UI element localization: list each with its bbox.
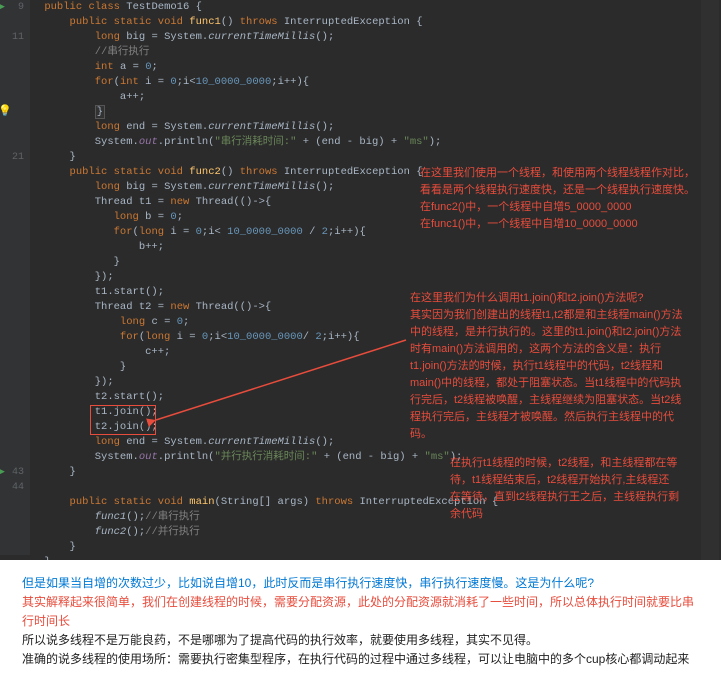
comment-serial: //串行执行	[95, 46, 150, 58]
func2-name: func2	[189, 166, 221, 178]
footer-line-3: 所以说多线程不是万能良药，不是哪哪为了提高代码的执行效率，就要使用多线程，其实不…	[22, 631, 699, 650]
join-t2: t2.join();	[95, 421, 158, 433]
line-gutter: 9▶11💡2143▶44	[0, 0, 30, 555]
footer-line-2: 其实解释起来很简单，我们在创建线程的时候，需要分配资源，此处的分配资源就消耗了一…	[22, 593, 699, 631]
annotation-3: 在执行t1线程的时候，t2线程，和主线程都在等待，t1线程结束后，t2线程开始执…	[450, 455, 680, 523]
annotation-2: 在这里我们为什么调用t1.join()和t2.join()方法呢?其实因为我们创…	[410, 290, 690, 443]
kw-public: public	[44, 1, 82, 13]
footer-line-1: 但是如果当自增的次数过少，比如说自增10，此时反而是串行执行速度快，串行执行速度…	[22, 574, 699, 593]
minimap[interactable]	[701, 0, 719, 560]
func1-name: func1	[189, 16, 221, 28]
cursor-highlight: }	[95, 105, 105, 119]
annotation-1: 在这里我们使用一个线程，和使用两个线程线程作对比，看看是两个线程执行速度快，还是…	[420, 165, 700, 233]
footer-notes: 但是如果当自增的次数过少，比如说自增10，此时反而是串行执行速度快，串行执行速度…	[0, 560, 721, 679]
main-name: main	[189, 496, 214, 508]
join-t1: t1.join();	[95, 406, 158, 418]
code-editor[interactable]: 9▶11💡2143▶44 public class TestDemo16 { p…	[0, 0, 721, 560]
footer-line-4: 准确的说多线程的使用场所：需要执行密集型程序，在执行代码的过程中通过多线程，可以…	[22, 650, 699, 669]
